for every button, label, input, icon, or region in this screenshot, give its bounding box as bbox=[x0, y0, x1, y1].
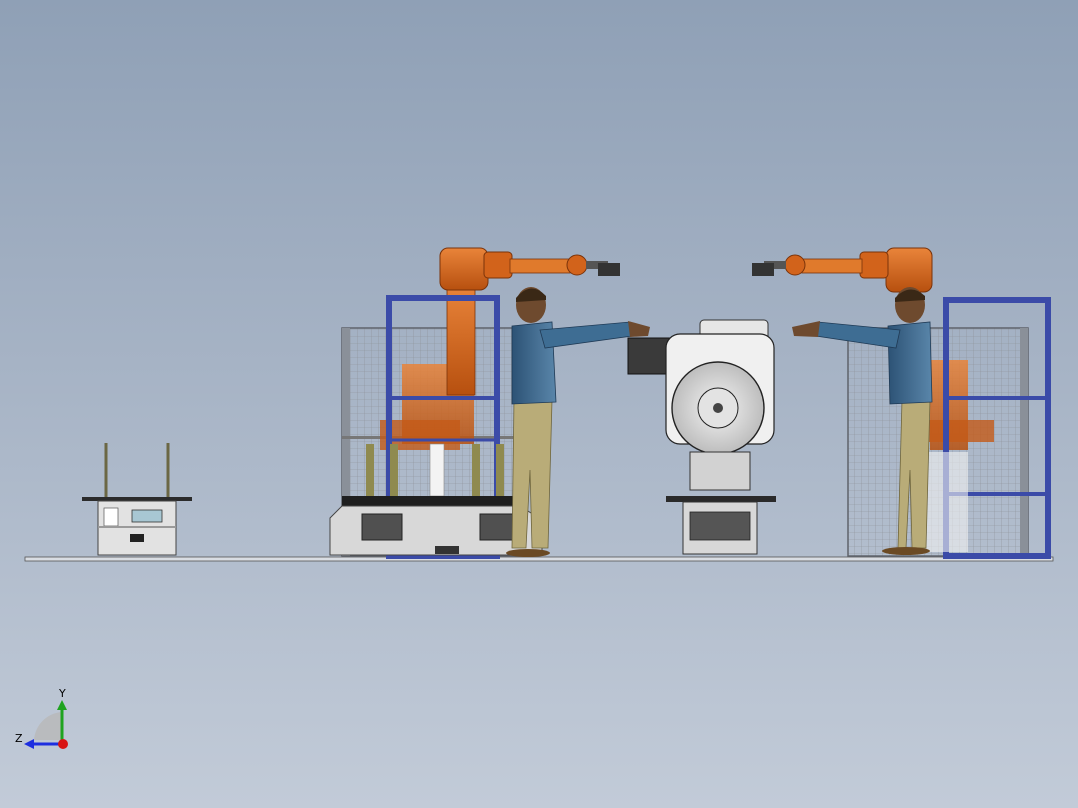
x-axis-dot bbox=[58, 739, 68, 749]
assembly-scene[interactable]: Y Z bbox=[0, 0, 1078, 808]
z-axis-label: Z bbox=[15, 732, 23, 745]
y-axis-label: Y bbox=[58, 687, 66, 700]
cad-viewport[interactable]: Y Z bbox=[0, 0, 1078, 808]
y-axis-arrowhead bbox=[57, 700, 67, 710]
floor-line bbox=[24, 556, 1054, 562]
agv-platform-left[interactable] bbox=[329, 496, 543, 556]
z-axis-arrowhead bbox=[24, 739, 34, 749]
engine-block[interactable] bbox=[627, 319, 776, 555]
axis-triad[interactable]: Y Z bbox=[15, 687, 68, 749]
operator-figure-left bbox=[506, 287, 650, 557]
agv-cart-left[interactable] bbox=[82, 443, 192, 556]
